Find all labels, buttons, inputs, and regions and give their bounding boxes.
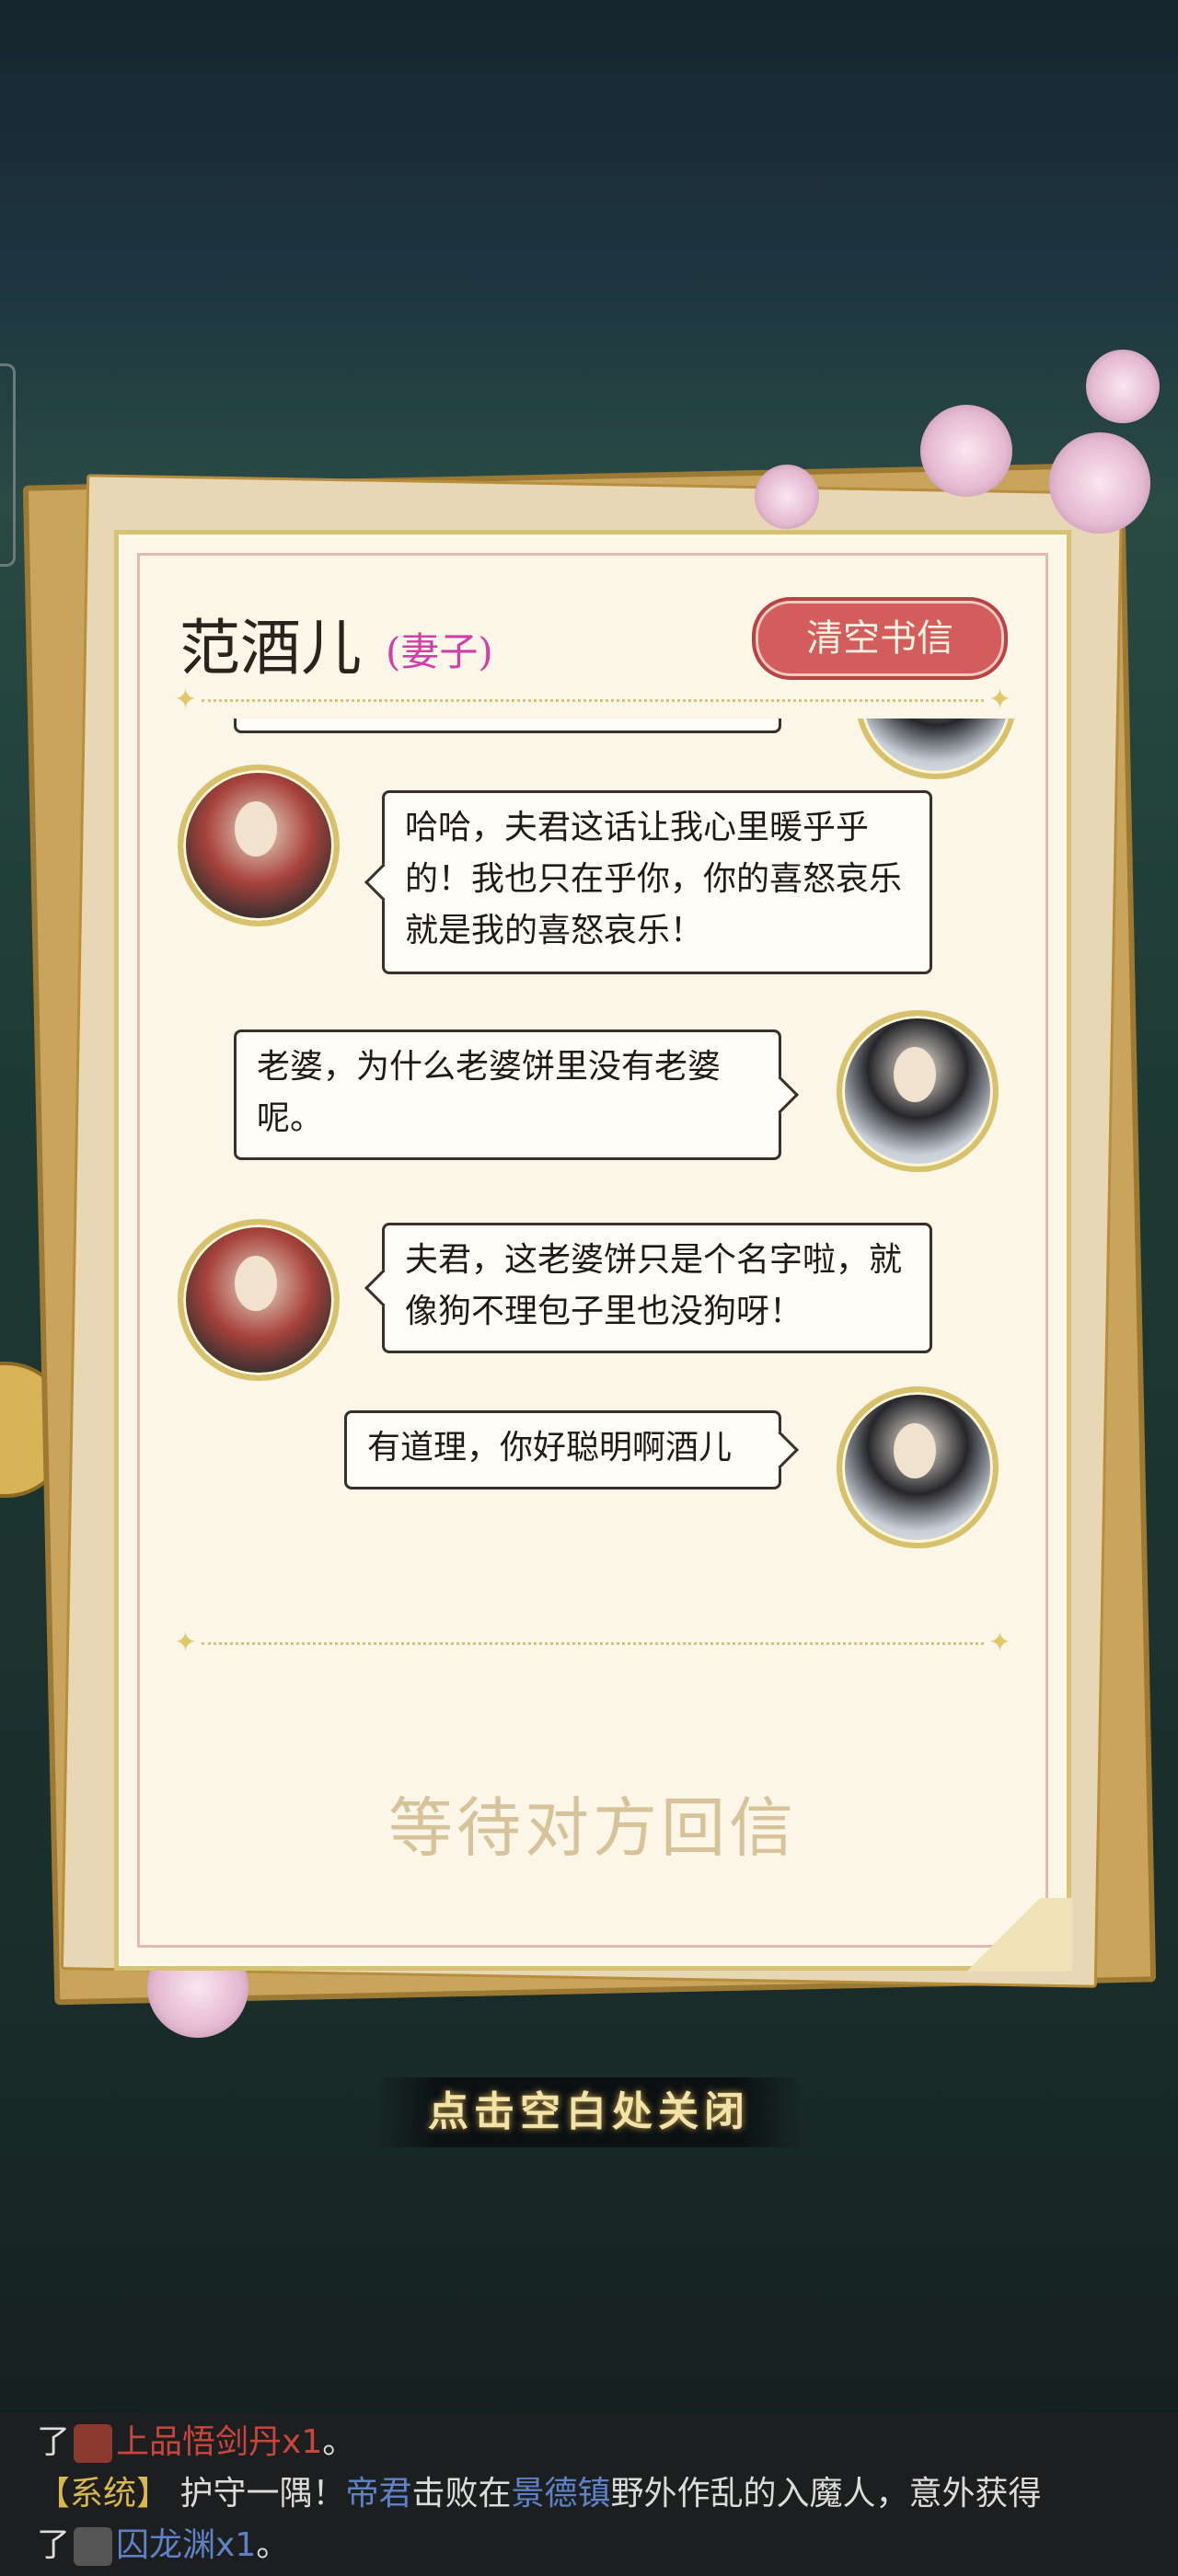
husband-avatar[interactable] [837,1386,999,1548]
waiting-reply-status: 等待对方回信 [388,1790,797,1866]
item-link[interactable]: 囚龙渊x1 [116,2526,256,2564]
divider-bottom: ✦ ✦ [174,1629,1011,1657]
side-panel-edge[interactable] [0,363,16,567]
message-text: 老婆，为什么老婆饼里没有老婆呢。 [257,1048,722,1137]
close-hint[interactable]: 点击空白处关闭 [377,2077,801,2147]
husband-avatar-partial [855,719,1017,779]
player-link[interactable]: 帝君 [345,2475,411,2513]
message-bubble-husband: 有道理，你好聪明啊酒儿 [344,1410,800,1489]
contact-relation: (妻子) [386,629,493,674]
message-text: 哈哈，夫君这话让我心里暖乎乎的！我也只在乎你，你的喜怒哀乐就是我的喜怒哀乐！ [405,809,903,949]
background-bottom [0,1969,1178,2410]
message-text: 夫君，这老婆饼只是个名字啦，就像狗不理包子里也没狗呀！ [405,1241,903,1330]
letter-panel: 范酒儿 (妻子) 清空书信 ✦ ✦ 哈哈，夫君这话让我心里暖乎乎的！我也只在乎你… [114,530,1072,1972]
chat-log[interactable]: 了上品悟剑丹x1。 【系统】 护守一隅！帝君击败在景德镇野外作乱的入魔人，意外获… [0,2412,1178,2576]
chat-line: 了上品悟剑丹x1。 [37,2423,356,2463]
blossom-decoration [920,405,1012,497]
clear-letters-button[interactable]: 清空书信 [752,597,1008,680]
wife-avatar[interactable] [178,765,340,926]
chat-line: 了囚龙渊x1。 [37,2526,290,2566]
message-list[interactable]: 哈哈，夫君这话让我心里暖乎乎的！我也只在乎你，你的喜怒哀乐就是我的喜怒哀乐！ 老… [119,719,1067,1685]
contact-name: 范酒儿 [179,613,362,684]
blossom-decoration [755,465,819,529]
wife-avatar[interactable] [178,1219,340,1381]
message-bubble-wife: 夫君，这老婆饼只是个名字啦，就像狗不理包子里也没狗呀！ [364,1223,932,1353]
message-bubble-wife: 哈哈，夫君这话让我心里暖乎乎的！我也只在乎你，你的喜怒哀乐就是我的喜怒哀乐！ [364,790,932,974]
sparkle-icon: ✦ [174,684,198,716]
message-bubble-husband: 老婆，为什么老婆饼里没有老婆呢。 [234,1029,800,1160]
sparkle-icon: ✦ [174,1627,198,1659]
divider-top: ✦ ✦ [174,686,1011,714]
blossom-decoration [1049,432,1150,534]
sparkle-icon: ✦ [987,684,1011,716]
pill-item-icon [74,2424,113,2463]
message-bubble-partial [234,719,781,733]
sword-item-icon [74,2527,113,2566]
place-link[interactable]: 景德镇 [512,2475,611,2513]
husband-avatar[interactable] [837,1010,999,1172]
item-link[interactable]: 上品悟剑丹x1 [116,2423,322,2461]
chat-line: 【系统】 护守一隅！帝君击败在景德镇野外作乱的入魔人，意外获得 [37,2475,1042,2513]
blossom-decoration [1086,350,1160,423]
system-tag: 【系统】 [37,2475,170,2513]
message-text: 有道理，你好聪明啊酒儿 [367,1429,733,1466]
page-corner-fold [934,1898,1072,1972]
sparkle-icon: ✦ [987,1627,1011,1659]
